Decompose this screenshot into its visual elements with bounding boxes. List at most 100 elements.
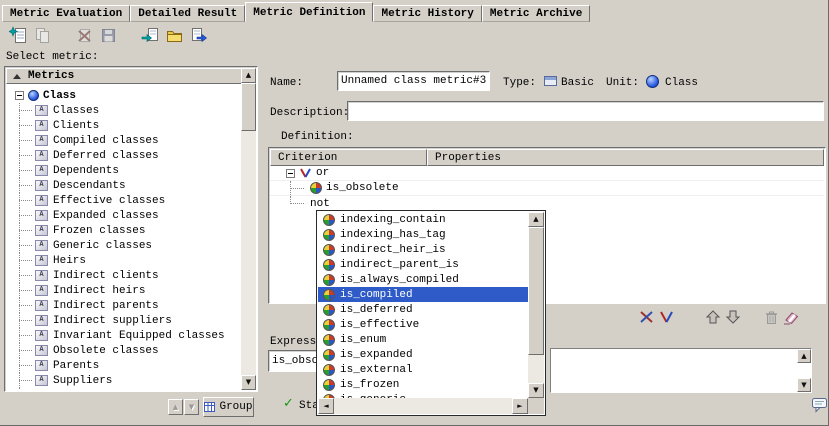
delete-metric-icon[interactable] <box>74 25 94 45</box>
group-button[interactable]: Group <box>203 397 254 417</box>
tree-item[interactable]: Indirect parents <box>6 298 241 313</box>
dropdown-horizontal-scrollbar[interactable]: ◄ ► <box>318 398 528 414</box>
tree-item[interactable]: Indirect heirs <box>6 283 241 298</box>
column-header-criterion[interactable]: Criterion <box>270 149 427 166</box>
dropdown-item-selected[interactable]: is_compiled <box>318 287 528 302</box>
description-label: Description: <box>270 107 349 119</box>
dropdown-item[interactable]: is_effective <box>318 317 528 332</box>
metric-icon <box>35 135 48 146</box>
collapse-icon[interactable] <box>15 91 24 100</box>
move-metric-up-icon[interactable]: ▲ <box>168 399 183 415</box>
unit-value: Class <box>665 77 698 89</box>
criterion-row-not[interactable]: not <box>270 196 824 211</box>
metric-tree-header[interactable]: Metrics <box>6 68 243 84</box>
comment-balloon-icon[interactable] <box>811 397 828 417</box>
export-metric-icon[interactable] <box>188 25 208 45</box>
tree-item[interactable]: Deferred classes <box>6 148 241 163</box>
tab-metric-archive[interactable]: Metric Archive <box>482 5 590 22</box>
status-message-box[interactable]: ▲ ▼ <box>550 348 812 393</box>
tree-item-class-root[interactable]: Class <box>6 88 241 103</box>
metric-icon <box>35 315 48 326</box>
move-metric-down-icon[interactable]: ▼ <box>184 399 199 415</box>
tab-detailed-result[interactable]: Detailed Result <box>130 5 245 22</box>
criterion-icon <box>323 289 335 301</box>
save-metric-icon[interactable] <box>98 25 118 45</box>
tree-item[interactable]: Dependents <box>6 163 241 178</box>
dropdown-item[interactable]: indirect_heir_is <box>318 242 528 257</box>
metric-icon <box>35 120 48 131</box>
dropdown-item[interactable]: indexing_has_tag <box>318 227 528 242</box>
class-unit-icon <box>646 75 659 88</box>
scrollbar-thumb[interactable] <box>241 83 256 131</box>
metric-icon <box>35 165 48 176</box>
tab-bar: Metric Evaluation Detailed Result Metric… <box>2 2 590 22</box>
scroll-up-icon[interactable]: ▲ <box>241 68 256 83</box>
tree-item[interactable]: Obsolete classes <box>6 343 241 358</box>
metric-tree-header-label: Metrics <box>28 70 74 82</box>
tree-item[interactable]: Expanded classes <box>6 208 241 223</box>
criterion-icon <box>323 319 335 331</box>
dropdown-vertical-scrollbar[interactable]: ▲ ▼ <box>528 212 544 398</box>
criterion-icon <box>323 349 335 361</box>
metric-icon <box>35 345 48 356</box>
erase-criterion-icon[interactable] <box>782 308 799 325</box>
tree-item[interactable]: Compiled classes <box>6 133 241 148</box>
new-metric-icon[interactable] <box>8 25 28 45</box>
metric-name-input[interactable] <box>337 71 490 91</box>
metric-icon <box>35 210 48 221</box>
dropdown-item[interactable]: is_deferred <box>318 302 528 317</box>
criterion-icon <box>323 214 335 226</box>
tree-item[interactable]: Descendants <box>6 178 241 193</box>
status-ok-icon: ✓ <box>283 396 294 411</box>
move-criterion-up-icon[interactable] <box>704 308 721 325</box>
collapse-icon[interactable] <box>286 169 295 178</box>
copy-metric-icon[interactable] <box>32 25 52 45</box>
dropdown-item[interactable]: is_always_compiled <box>318 272 528 287</box>
tree-item[interactable]: Classes <box>6 103 241 118</box>
tree-item-clipped[interactable] <box>6 388 241 390</box>
scroll-down-icon[interactable]: ▼ <box>797 378 811 392</box>
criterion-icon <box>323 334 335 346</box>
or-operator-icon[interactable] <box>658 308 675 325</box>
scroll-up-icon[interactable]: ▲ <box>797 349 811 363</box>
scroll-down-icon[interactable]: ▼ <box>528 383 544 398</box>
unit-label: Unit: <box>606 77 639 89</box>
open-folder-icon[interactable] <box>164 25 184 45</box>
delete-criterion-icon[interactable] <box>762 308 779 325</box>
tree-item[interactable]: Invariant Equipped classes <box>6 328 241 343</box>
tree-item[interactable]: Indirect suppliers <box>6 313 241 328</box>
tree-item[interactable]: Clients <box>6 118 241 133</box>
tree-vertical-scrollbar[interactable]: ▲ ▼ <box>241 68 256 390</box>
dropdown-item[interactable]: is_external <box>318 362 528 377</box>
criterion-icon <box>323 229 335 241</box>
tab-metric-history[interactable]: Metric History <box>373 5 481 22</box>
tree-item[interactable]: Frozen classes <box>6 223 241 238</box>
tree-item[interactable]: Heirs <box>6 253 241 268</box>
scroll-left-icon[interactable]: ◄ <box>318 398 334 414</box>
scroll-right-icon[interactable]: ► <box>512 398 528 414</box>
tree-item[interactable]: Generic classes <box>6 238 241 253</box>
tree-item[interactable]: Parents <box>6 358 241 373</box>
criterion-row-is-obsolete[interactable]: is_obsolete <box>270 181 824 196</box>
dropdown-item[interactable]: is_expanded <box>318 347 528 362</box>
dropdown-item[interactable]: is_enum <box>318 332 528 347</box>
dropdown-item[interactable]: is_frozen <box>318 377 528 392</box>
tree-item[interactable]: Effective classes <box>6 193 241 208</box>
tab-metric-evaluation[interactable]: Metric Evaluation <box>2 5 130 22</box>
column-header-properties[interactable]: Properties <box>427 149 824 166</box>
scroll-down-icon[interactable]: ▼ <box>241 375 256 390</box>
metric-tree: Class Classes Clients Compiled classes D… <box>6 84 241 390</box>
tab-metric-definition[interactable]: Metric Definition <box>245 2 373 22</box>
dropdown-item[interactable]: indexing_contain <box>318 212 528 227</box>
criterion-icon <box>323 304 335 316</box>
scrollbar-thumb[interactable] <box>528 227 544 355</box>
dropdown-item[interactable]: indirect_parent_is <box>318 257 528 272</box>
tree-item[interactable]: Indirect clients <box>6 268 241 283</box>
description-input[interactable] <box>347 101 824 121</box>
criterion-row-or[interactable]: or <box>270 166 824 181</box>
tree-item[interactable]: Suppliers <box>6 373 241 388</box>
move-criterion-down-icon[interactable] <box>724 308 741 325</box>
scroll-up-icon[interactable]: ▲ <box>528 212 544 227</box>
and-operator-icon[interactable] <box>638 308 655 325</box>
import-metrics-icon[interactable] <box>140 25 160 45</box>
